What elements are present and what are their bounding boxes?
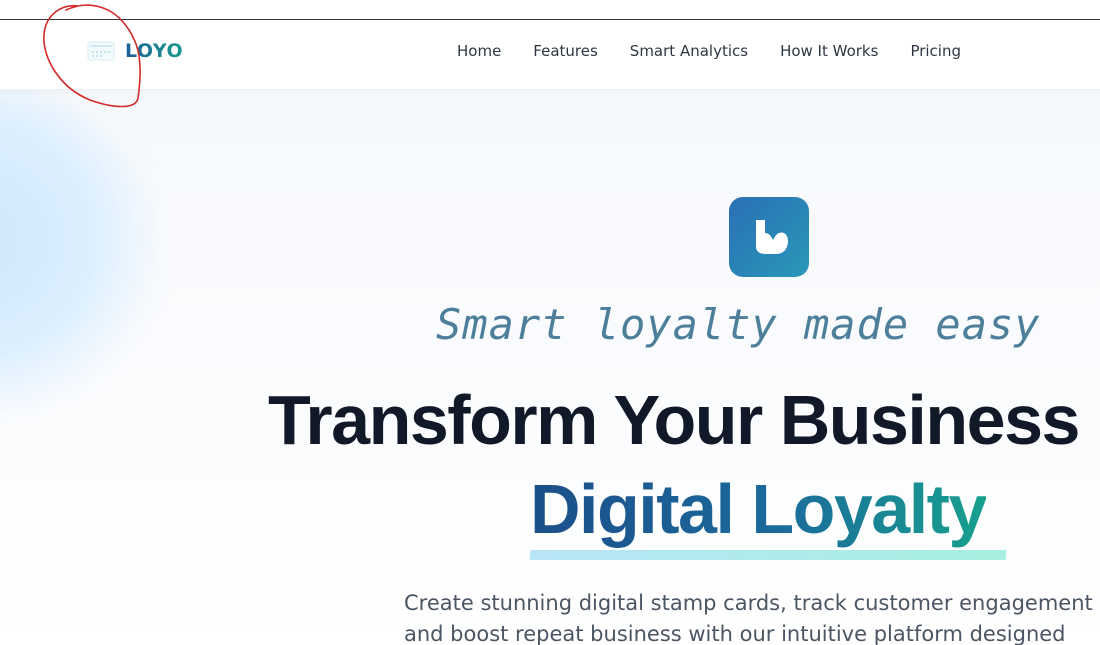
- hero-subtitle-line: Create stunning digital stamp cards, tra…: [404, 591, 1093, 615]
- hero-headline-highlight: Digital Loyalty: [529, 465, 1007, 560]
- nav-link-home[interactable]: Home: [457, 42, 501, 60]
- nav-link-pricing[interactable]: Pricing: [910, 42, 961, 60]
- hero-section: Smart loyalty made easy Transform Your B…: [0, 90, 1100, 645]
- loyo-app-icon: [729, 197, 809, 277]
- hero-headline-accent: Digital Loyalty: [530, 465, 987, 553]
- brand-name: LOYO: [125, 40, 184, 62]
- nav-link-features[interactable]: Features: [533, 42, 598, 60]
- hero-subtitle-line: and boost repeat business with our intui…: [404, 622, 1066, 645]
- decorative-blob: [0, 90, 160, 420]
- main-nav: Home Features Smart Analytics How It Wor…: [457, 42, 961, 60]
- stamp-card-logo-icon: [87, 39, 115, 63]
- navbar: LOYO Home Features Smart Analytics How I…: [0, 20, 1100, 90]
- nav-link-smart-analytics[interactable]: Smart Analytics: [630, 42, 748, 60]
- hero-subtitle: Create stunning digital stamp cards, tra…: [404, 588, 1093, 645]
- nav-link-how-it-works[interactable]: How It Works: [780, 42, 878, 60]
- brand-home-link[interactable]: LOYO: [87, 39, 183, 63]
- hero-headline: Transform Your Business: [268, 381, 1080, 459]
- landing-page: LOYO Home Features Smart Analytics How I…: [0, 0, 1100, 645]
- hero-tagline: Smart loyalty made easy: [436, 300, 1041, 349]
